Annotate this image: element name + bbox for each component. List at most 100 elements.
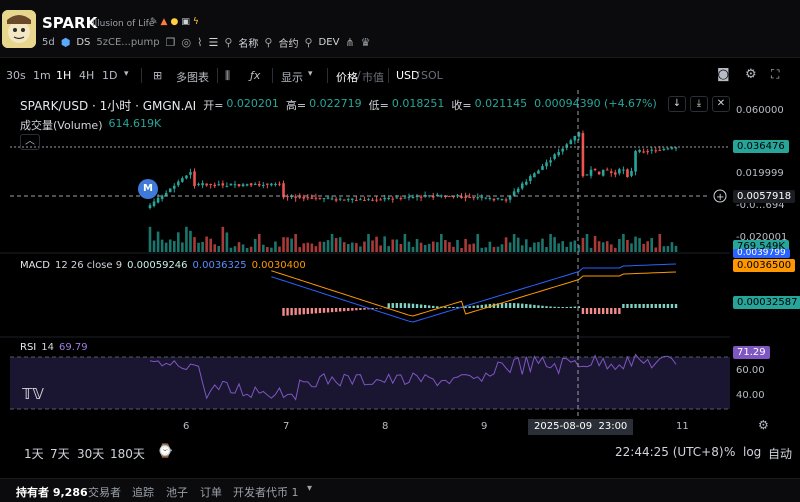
macd-hist-bar — [504, 303, 508, 308]
candle-body — [573, 135, 577, 141]
add-chart-icon[interactable]: ⊞ — [153, 69, 162, 82]
contract-search-link[interactable]: 合约 — [278, 35, 298, 50]
volume-bar — [172, 240, 176, 252]
volume-bar — [512, 234, 516, 252]
macd-hist-bar — [508, 303, 512, 308]
multi-chart-button[interactable]: 多图表 — [176, 69, 209, 85]
interval-1m[interactable]: 1m — [33, 69, 51, 82]
mcap-toggle[interactable]: 市值 — [362, 69, 384, 85]
volume-bar — [508, 242, 512, 252]
candle-body — [367, 199, 370, 201]
token-address[interactable]: 5zCE...pump — [96, 37, 159, 48]
display-menu-button[interactable]: 显示 — [281, 69, 303, 85]
arrow-down-icon[interactable]: ↓ — [668, 96, 686, 112]
interval-30s[interactable]: 30s — [6, 69, 26, 82]
interval-1d[interactable]: 1D — [102, 69, 117, 82]
chevron-down-icon[interactable]: ▾ — [307, 483, 312, 494]
tab-traders[interactable]: 交易者 — [88, 484, 121, 500]
edit-icon[interactable]: ✎ — [150, 17, 158, 27]
collapse-icon[interactable]: ⤓ — [690, 96, 708, 112]
range-bar: 1天 7天 30天 180天 ⌚ 22:44:25 (UTC+8) % log … — [0, 441, 800, 465]
candle-body — [585, 174, 589, 176]
calendar-range-icon[interactable]: ⌚ — [157, 444, 173, 459]
candle-body — [512, 191, 516, 196]
leaf-icon[interactable]: ⌇ — [197, 36, 202, 49]
volume-bar — [533, 242, 536, 252]
clock-label[interactable]: 22:44:25 (UTC+8) — [615, 445, 724, 459]
price-tick: 0.019999 — [736, 168, 784, 179]
chevron-down-icon[interactable]: ▾ — [124, 69, 129, 79]
price-toggle[interactable]: 价格 — [336, 69, 358, 85]
camera-icon[interactable]: ◙ — [717, 67, 730, 82]
volume-bar — [411, 246, 415, 252]
percent-toggle[interactable]: % — [724, 445, 735, 459]
interval-1h[interactable]: 1H — [56, 69, 71, 82]
range-180d[interactable]: 180天 — [110, 445, 145, 462]
volume-bar — [654, 247, 658, 252]
macd-hist-bar — [310, 308, 314, 314]
list-icon[interactable]: ☰ — [208, 36, 218, 49]
gear-icon[interactable]: ⚙ — [745, 67, 757, 82]
macd-hist-bar — [286, 308, 289, 316]
time-tick: 7 — [283, 421, 290, 432]
search-icon[interactable]: ⚲ — [264, 36, 272, 49]
macd-hist-bar — [565, 306, 568, 308]
volume-bar — [391, 239, 395, 252]
macd-hist-bar — [294, 308, 297, 315]
gear-icon[interactable]: ⚙ — [758, 418, 769, 432]
macd-hist-bar — [298, 308, 301, 315]
range-7d[interactable]: 7天 — [50, 445, 70, 462]
tab-holders[interactable]: 持有者 9,286 — [16, 484, 88, 500]
tab-pools[interactable]: 池子 — [166, 484, 188, 500]
indicators-icon[interactable]: ƒx — [250, 69, 260, 82]
change-value: 0.00094390 (+4.67%) — [534, 97, 657, 110]
candle-body — [492, 198, 496, 201]
volume-bar — [440, 234, 443, 252]
macd-hist-bar — [290, 308, 293, 316]
share-icon[interactable]: ⋔ — [345, 36, 354, 49]
candle-body — [537, 170, 540, 174]
name-search-link[interactable]: 名称 — [238, 35, 258, 50]
chevron-down-icon[interactable]: ▾ — [308, 69, 313, 79]
globe-icon[interactable]: ◎ — [182, 36, 192, 49]
pair-label: SPARK/USD · 1小时 · GMGN.AI — [20, 99, 197, 113]
candle-body — [561, 148, 565, 152]
close-value: 0.021145 — [474, 97, 528, 110]
crown-icon[interactable]: ♛ — [361, 36, 371, 49]
candle-body — [185, 175, 188, 179]
close-icon[interactable]: ✕ — [712, 96, 730, 112]
copy-icon[interactable]: ❐ — [166, 36, 176, 49]
range-30d[interactable]: 30天 — [77, 445, 104, 462]
macd-hist-bar — [395, 303, 399, 308]
tab-tracking[interactable]: 追踪 — [132, 484, 154, 500]
volume-bar — [310, 243, 314, 252]
time-axis[interactable]: 6 7 8 9 11 2025-08-09 23:00 — [0, 419, 730, 437]
collapse-legend-button[interactable]: ︿ — [20, 134, 40, 150]
migration-marker[interactable]: M — [138, 179, 158, 199]
price-axis[interactable]: 0.060000 0.019999 -0.0…694 -0.020001 0.0… — [730, 90, 800, 432]
macd-hist-bar — [537, 305, 540, 308]
macd-hist-bar — [610, 308, 613, 314]
fullscreen-icon[interactable]: ⛶ — [771, 67, 779, 82]
search-icon[interactable]: ⚲ — [304, 36, 312, 49]
auto-toggle[interactable]: 自动 — [768, 445, 792, 462]
volume-bar — [601, 242, 605, 252]
tab-holders-count: 9,286 — [52, 486, 88, 499]
search-icon[interactable]: ⚲ — [224, 36, 232, 49]
candle-type-icon[interactable]: ⫼ — [225, 69, 230, 83]
range-1d[interactable]: 1天 — [24, 445, 44, 462]
candle-body — [383, 197, 386, 200]
macd-hist-bar — [618, 308, 621, 314]
sol-toggle[interactable]: SOL — [421, 69, 443, 82]
token-avatar[interactable] — [2, 10, 36, 48]
dev-search-link[interactable]: DEV — [319, 37, 340, 48]
interval-4h[interactable]: 4H — [79, 69, 94, 82]
ds-label[interactable]: DS — [76, 37, 90, 48]
volume-bar — [338, 237, 342, 252]
volume-bar — [274, 241, 277, 252]
tab-dev-tokens[interactable]: 开发者代币 1 — [233, 484, 299, 500]
log-toggle[interactable]: log — [743, 445, 761, 459]
macd-hist-bar — [666, 304, 670, 308]
tab-orders[interactable]: 订单 — [200, 484, 222, 500]
chart-grid — [0, 252, 730, 410]
